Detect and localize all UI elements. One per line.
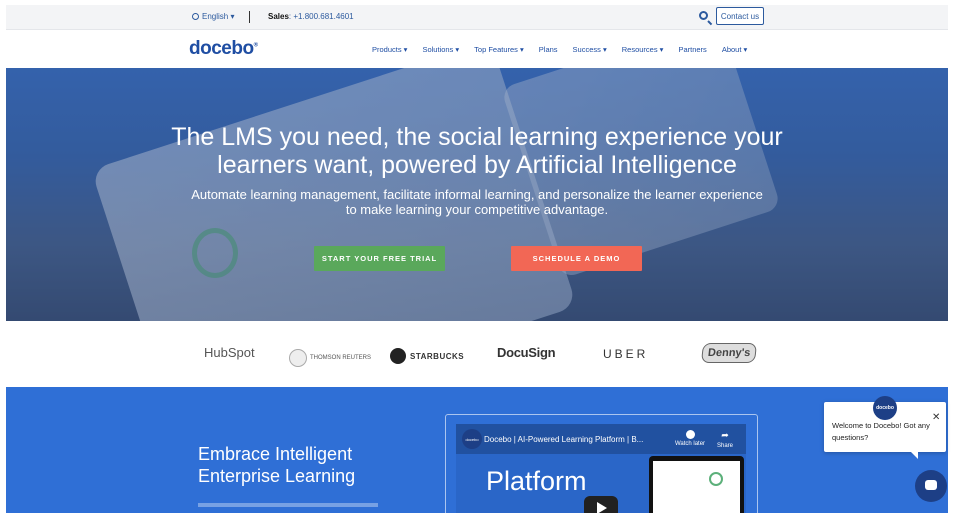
thomson-reuters-logo: THOMSON REUTERS [289, 349, 371, 367]
section-body-text-cutoff [198, 503, 378, 507]
free-trial-button[interactable]: START YOUR FREE TRIAL [314, 246, 445, 271]
language-selector[interactable]: English ▾ [192, 12, 234, 21]
schedule-demo-button[interactable]: SCHEDULE A DEMO [511, 246, 642, 271]
starbucks-logo: STARBUCKS [390, 348, 464, 364]
docebo-logo[interactable]: docebo® [189, 38, 258, 60]
sales-number: : +1.800.681.4601 [288, 12, 354, 21]
contact-us-button[interactable]: Contact us [716, 7, 764, 25]
docusign-logo: DocuSign [497, 345, 556, 360]
chat-launcher-button[interactable] [915, 470, 947, 502]
dennys-logo: Denny's [700, 343, 758, 363]
top-bar: English ▾ Sales: +1.800.681.4601 Contact… [6, 5, 948, 30]
globe-icon [192, 13, 199, 20]
video-title[interactable]: Docebo | AI-Powered Learning Platform | … [484, 435, 643, 444]
share-icon: ➦ [721, 430, 729, 440]
language-label: English ▾ [202, 12, 235, 21]
chat-icon [925, 480, 937, 490]
nav-item-plans[interactable]: Plans [539, 45, 558, 54]
section-title-line-2: Enterprise Learning [198, 466, 356, 486]
video-screen-thumbnail [649, 456, 744, 513]
hero-title-line-2: learners want, powered by Artificial Int… [217, 151, 737, 179]
thomson-reuters-emblem-icon [289, 349, 307, 367]
chat-avatar: docebo [873, 396, 897, 420]
share-label: Share [716, 443, 733, 449]
search-icon[interactable] [699, 11, 708, 20]
section-title: Embrace Intelligent Enterprise Learning [198, 443, 355, 487]
divider [249, 11, 250, 23]
nav-item-solutions[interactable]: Solutions ▾ [422, 45, 459, 54]
hero-section: The LMS you need, the social learning ex… [6, 68, 948, 321]
hero-title-line-1: The LMS you need, the social learning ex… [171, 123, 783, 151]
hero-title: The LMS you need, the social learning ex… [6, 123, 948, 179]
nav-item-about[interactable]: About ▾ [722, 45, 747, 54]
uber-logo: UBER [603, 347, 649, 361]
sales-phone[interactable]: Sales: +1.800.681.4601 [268, 12, 354, 21]
thomson-reuters-text: THOMSON REUTERS [310, 355, 372, 361]
video-player[interactable]: docebo Docebo | AI-Powered Learning Plat… [456, 424, 746, 513]
starbucks-siren-icon [390, 348, 406, 364]
nav-item-success[interactable]: Success ▾ [573, 45, 607, 54]
nav-item-top-features[interactable]: Top Features ▾ [474, 45, 524, 54]
video-overlay-text: Platform [486, 466, 587, 496]
hero-subtitle-line-1: Automate learning management, facilitate… [191, 187, 763, 202]
starbucks-text: STARBUCKS [410, 351, 465, 361]
section-title-line-1: Embrace Intelligent [198, 444, 353, 464]
nav-menu: Products ▾ Solutions ▾ Top Features ▾ Pl… [372, 45, 762, 54]
nav-item-products[interactable]: Products ▾ [372, 45, 407, 54]
main-nav: docebo® Products ▾ Solutions ▾ Top Featu… [6, 30, 948, 68]
share-button[interactable]: ➦ Share [714, 430, 736, 449]
intelligent-learning-section: Embrace Intelligent Enterprise Learning … [6, 387, 948, 513]
logo-text: docebo [189, 38, 254, 59]
close-icon[interactable]: ✕ [932, 412, 940, 423]
hero-subtitle: Automate learning management, facilitate… [6, 187, 948, 217]
hero-subtitle-line-2: to make learning your competitive advant… [345, 202, 609, 217]
page-frame: English ▾ Sales: +1.800.681.4601 Contact… [6, 5, 948, 513]
hubspot-logo: HubSpot [204, 345, 255, 360]
chat-message: Welcome to Docebo! Got any questions? [832, 421, 930, 442]
customer-logos: HubSpot THOMSON REUTERS STARBUCKS DocuSi… [6, 321, 948, 387]
clock-icon [685, 430, 695, 439]
nav-item-partners[interactable]: Partners [678, 45, 706, 54]
sales-label: Sales [268, 12, 289, 21]
channel-avatar[interactable]: docebo [462, 429, 482, 449]
play-button[interactable] [584, 496, 618, 513]
watch-later-button[interactable]: Watch later [673, 430, 707, 447]
watch-later-label: Watch later [674, 441, 706, 447]
nav-item-resources[interactable]: Resources ▾ [622, 45, 664, 54]
